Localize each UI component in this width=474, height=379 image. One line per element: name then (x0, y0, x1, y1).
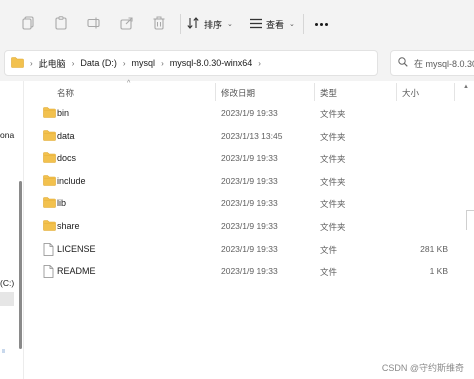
file-name: include (57, 175, 86, 186)
file-type: 文件夹 (320, 222, 346, 232)
address-bar[interactable]: › 此电脑 › Data (D:) › mysql › mysql-8.0.30… (4, 50, 378, 76)
copy-icon[interactable] (21, 15, 35, 30)
file-date: 2023/1/9 19:33 (221, 108, 278, 118)
file-row[interactable]: LICENSE 2023/1/9 19:33 文件 281 KB (24, 239, 464, 261)
file-type: 文件夹 (320, 154, 346, 165)
chevron-right-icon: › (161, 58, 164, 68)
file-type: 文件夹 (320, 199, 346, 210)
file-row[interactable]: README 2023/1/9 19:33 文件 1 KB (24, 261, 464, 283)
file-date: 2023/1/9 19:33 (221, 243, 278, 254)
nav-indicator (2, 349, 5, 353)
sort-button[interactable]: 排序 ⌄ (187, 14, 233, 34)
file-name: LICENSE (57, 243, 96, 254)
file-list: ^ 名称 修改日期 类型 大小 bin 2023/1/9 19:33 文件夹 data… (24, 80, 474, 379)
column-header-size[interactable]: 大小 (402, 87, 419, 99)
file-type: 文件 (320, 267, 338, 278)
breadcrumb-this-pc[interactable]: 此电脑 (39, 57, 66, 70)
file-type: 文件 (320, 244, 338, 255)
toolbar-divider (180, 14, 181, 34)
folder-icon (43, 107, 56, 119)
folder-icon (43, 174, 56, 187)
search-input[interactable]: 在 mysql-8.0.30 (390, 50, 474, 76)
view-list-icon (250, 18, 262, 31)
chevron-right-icon: › (258, 58, 261, 68)
sort-ascending-icon: ^ (127, 80, 131, 87)
file-date: 2023/1/9 19:33 (221, 153, 278, 164)
folder-icon (43, 197, 56, 209)
nav-scrollbar-thumb[interactable] (19, 181, 22, 349)
rename-icon[interactable] (87, 15, 101, 30)
column-header-name[interactable]: 名称 (57, 87, 74, 99)
breadcrumb-current[interactable]: mysql-8.0.30-winx64 (170, 58, 253, 68)
breadcrumb-drive[interactable]: Data (D:) (80, 58, 117, 68)
folder-icon (43, 220, 56, 232)
column-divider[interactable] (314, 83, 315, 101)
file-row[interactable]: data 2023/1/13 13:45 文件夹 (24, 126, 464, 148)
command-bar: 排序 ⌄ 查看 ⌄ (0, 0, 474, 46)
file-size: 1 KB (429, 266, 448, 277)
more-dot (319, 22, 323, 26)
toolbar-divider (303, 14, 304, 34)
file-type: 文件夹 (320, 176, 346, 187)
sort-icon (187, 17, 200, 31)
column-divider[interactable] (396, 83, 397, 101)
column-header-date[interactable]: 修改日期 (221, 87, 255, 99)
breadcrumb-mysql[interactable]: mysql (132, 58, 156, 68)
nav-item-fragment[interactable]: ona (0, 130, 14, 140)
file-type: 文件夹 (320, 131, 346, 142)
file-row[interactable]: include 2023/1/9 19:33 文件夹 (24, 171, 464, 193)
more-dot (314, 22, 318, 26)
search-icon (398, 57, 408, 69)
file-name: README (57, 266, 96, 277)
delete-icon[interactable] (152, 15, 166, 30)
file-name: data (57, 130, 75, 141)
chevron-down-icon: ⌄ (227, 21, 233, 28)
file-name: share (57, 221, 80, 231)
navigation-pane[interactable]: ona (C:) (0, 81, 24, 379)
chevron-right-icon: › (71, 58, 75, 68)
file-name: bin (57, 108, 70, 118)
file-date: 2023/1/9 19:33 (221, 266, 278, 277)
view-button[interactable]: 查看 ⌄ (250, 14, 295, 34)
file-row[interactable]: docs 2023/1/9 19:33 文件夹 (24, 148, 464, 170)
column-divider[interactable] (215, 83, 216, 101)
column-divider[interactable] (454, 83, 455, 101)
file-icon (43, 242, 56, 256)
search-placeholder: 在 mysql-8.0.30 (414, 58, 474, 69)
more-options-button[interactable] (312, 14, 330, 34)
file-row[interactable]: lib 2023/1/9 19:33 文件夹 (24, 193, 464, 215)
file-size: 281 KB (420, 243, 448, 254)
file-row[interactable]: bin 2023/1/9 19:33 文件夹 (24, 103, 464, 125)
scrollbar-track-fragment (466, 210, 474, 230)
more-dot (324, 22, 328, 26)
file-date: 2023/1/9 19:33 (221, 221, 278, 231)
file-date: 2023/1/13 13:45 (221, 130, 283, 141)
file-name: lib (57, 198, 67, 209)
file-type: 文件夹 (320, 109, 346, 119)
file-date: 2023/1/9 19:33 (221, 175, 278, 186)
file-name: docs (57, 153, 77, 164)
chevron-right-icon: › (122, 58, 126, 68)
file-row[interactable]: share 2023/1/9 19:33 文件夹 (24, 216, 464, 238)
folder-icon (11, 56, 24, 70)
file-icon (43, 265, 56, 279)
sort-label: 排序 (204, 19, 223, 30)
scroll-up-icon[interactable]: ▲ (463, 84, 469, 90)
file-date: 2023/1/9 19:33 (221, 198, 278, 209)
paste-icon[interactable] (54, 15, 68, 30)
column-header-type[interactable]: 类型 (320, 87, 337, 99)
vertical-scrollbar[interactable] (463, 81, 474, 379)
chevron-down-icon: ⌄ (289, 21, 295, 28)
share-icon[interactable] (120, 15, 134, 30)
folder-icon (43, 152, 56, 164)
nav-item-drive-c[interactable]: (C:) (0, 278, 14, 288)
view-label: 查看 (266, 19, 285, 30)
chevron-right-icon: › (30, 58, 33, 68)
address-row: › 此电脑 › Data (D:) › mysql › mysql-8.0.30… (0, 46, 474, 81)
watermark: CSDN @守约斯维奇 (381, 363, 464, 373)
nav-item-highlight (0, 292, 14, 306)
folder-icon (43, 129, 56, 142)
